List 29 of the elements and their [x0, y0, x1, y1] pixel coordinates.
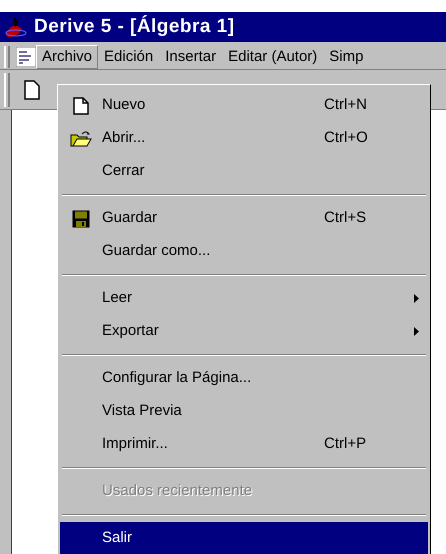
menu-item[interactable]: Configurar la Página... [60, 362, 428, 395]
menu-item[interactable]: Abrir... Ctrl+O [60, 122, 428, 155]
shortcut-label: Ctrl+P [324, 434, 368, 454]
page-icon [73, 96, 89, 114]
submenu-arrow-icon [414, 327, 418, 336]
menu-item[interactable]: Imprimir... Ctrl+P [60, 428, 428, 461]
menu-item[interactable]: Leer [60, 282, 428, 315]
submenu-arrow-icon [414, 294, 418, 303]
menu-item[interactable]: Salir [60, 522, 428, 554]
menu-item[interactable]: Vista Previa [60, 395, 428, 428]
grip-handle[interactable] [4, 72, 10, 106]
menu-item[interactable]: Guardar como... [60, 235, 428, 268]
menu-item[interactable]: Nuevo Ctrl+N [60, 89, 428, 122]
document-icon [16, 46, 36, 66]
menu-item[interactable]: Guardar Ctrl+S [60, 202, 428, 235]
shortcut-label: Ctrl+N [324, 95, 368, 116]
menu-bar-item[interactable]: Archivo [36, 44, 98, 68]
new-page-icon [24, 80, 40, 100]
menu-item[interactable]: Exportar [60, 315, 428, 348]
grip-handle[interactable] [4, 46, 10, 68]
shortcut-label: Ctrl+S [324, 208, 368, 228]
menu-bar-item[interactable]: Editar (Autor) [222, 44, 324, 68]
menu-bar-item[interactable]: Simp [323, 44, 370, 68]
folder-icon [70, 130, 92, 146]
menu-bar-item[interactable]: Edición [98, 44, 160, 68]
window-title: Derive 5 - [Álgebra 1] [34, 14, 235, 39]
shortcut-label: Ctrl+O [324, 128, 369, 148]
menu-item[interactable]: Cerrar [60, 155, 428, 188]
menu-bar-item[interactable]: Insertar [159, 44, 222, 68]
